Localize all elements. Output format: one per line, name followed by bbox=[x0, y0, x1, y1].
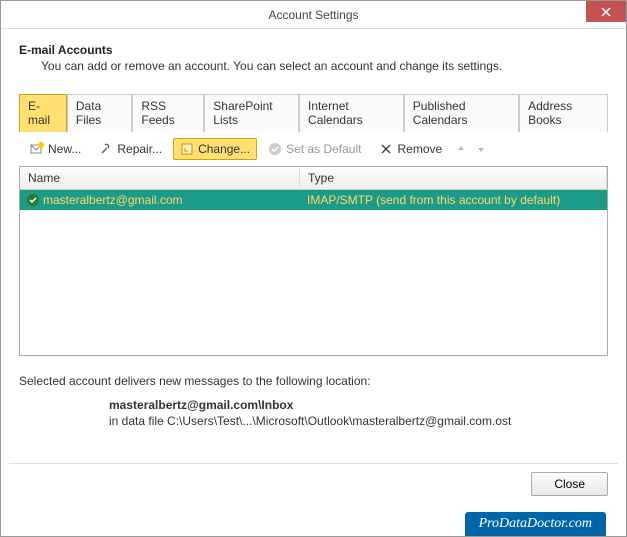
footer: Close bbox=[531, 472, 608, 496]
tab-rss-feeds[interactable]: RSS Feeds bbox=[132, 94, 204, 132]
set-default-button: Set as Default bbox=[261, 138, 368, 160]
repair-label: Repair... bbox=[117, 142, 162, 156]
tabs-bar: E-mail Data Files RSS Feeds SharePoint L… bbox=[19, 93, 608, 132]
watermark: ProDataDoctor.com bbox=[465, 512, 606, 536]
column-type[interactable]: Type bbox=[300, 167, 607, 189]
new-button[interactable]: New... bbox=[23, 138, 88, 160]
tab-address-books[interactable]: Address Books bbox=[519, 94, 608, 132]
tab-sharepoint-lists[interactable]: SharePoint Lists bbox=[204, 94, 299, 132]
remove-button[interactable]: Remove bbox=[372, 138, 449, 160]
delivery-datafile: in data file C:\Users\Test\...\Microsoft… bbox=[109, 414, 608, 428]
tab-internet-calendars[interactable]: Internet Calendars bbox=[299, 94, 404, 132]
change-icon bbox=[180, 142, 194, 156]
delivery-location: masteralbertz@gmail.com\Inbox bbox=[109, 398, 608, 412]
change-label: Change... bbox=[198, 142, 250, 156]
cell-type: IMAP/SMTP (send from this account by def… bbox=[301, 193, 606, 207]
column-name[interactable]: Name bbox=[20, 167, 300, 189]
content-area: E-mail Accounts You can add or remove an… bbox=[1, 29, 626, 438]
repair-icon bbox=[99, 142, 113, 156]
new-icon bbox=[30, 142, 44, 156]
change-button[interactable]: Change... bbox=[173, 138, 257, 160]
tab-published-calendars[interactable]: Published Calendars bbox=[404, 94, 519, 132]
close-button[interactable]: Close bbox=[531, 472, 608, 496]
section-description: You can add or remove an account. You ca… bbox=[41, 59, 608, 73]
delivery-intro: Selected account delivers new messages t… bbox=[19, 374, 608, 388]
table-header: Name Type bbox=[20, 167, 607, 190]
divider bbox=[9, 463, 618, 464]
delivery-section: Selected account delivers new messages t… bbox=[19, 374, 608, 428]
accounts-table: Name Type masteralbertz@gmail.com IMAP/S… bbox=[19, 166, 608, 356]
tab-data-files[interactable]: Data Files bbox=[67, 94, 132, 132]
window-close-button[interactable] bbox=[586, 1, 626, 22]
account-name: masteralbertz@gmail.com bbox=[43, 193, 183, 207]
set-default-label: Set as Default bbox=[286, 142, 361, 156]
cell-name: masteralbertz@gmail.com bbox=[21, 193, 301, 207]
close-icon bbox=[601, 7, 611, 17]
account-settings-window: Account Settings E-mail Accounts You can… bbox=[0, 0, 627, 537]
repair-button[interactable]: Repair... bbox=[92, 138, 169, 160]
section-title: E-mail Accounts bbox=[19, 43, 608, 57]
new-label: New... bbox=[48, 142, 81, 156]
default-check-icon bbox=[27, 194, 39, 206]
check-icon bbox=[268, 142, 282, 156]
window-title: Account Settings bbox=[1, 8, 626, 22]
table-row[interactable]: masteralbertz@gmail.com IMAP/SMTP (send … bbox=[20, 190, 607, 210]
titlebar: Account Settings bbox=[1, 1, 626, 29]
move-down-button bbox=[473, 141, 489, 157]
remove-label: Remove bbox=[397, 142, 442, 156]
tab-email[interactable]: E-mail bbox=[19, 94, 67, 132]
remove-icon bbox=[379, 142, 393, 156]
move-up-button bbox=[453, 141, 469, 157]
toolbar: New... Repair... Change... Set as Defaul… bbox=[19, 132, 608, 166]
